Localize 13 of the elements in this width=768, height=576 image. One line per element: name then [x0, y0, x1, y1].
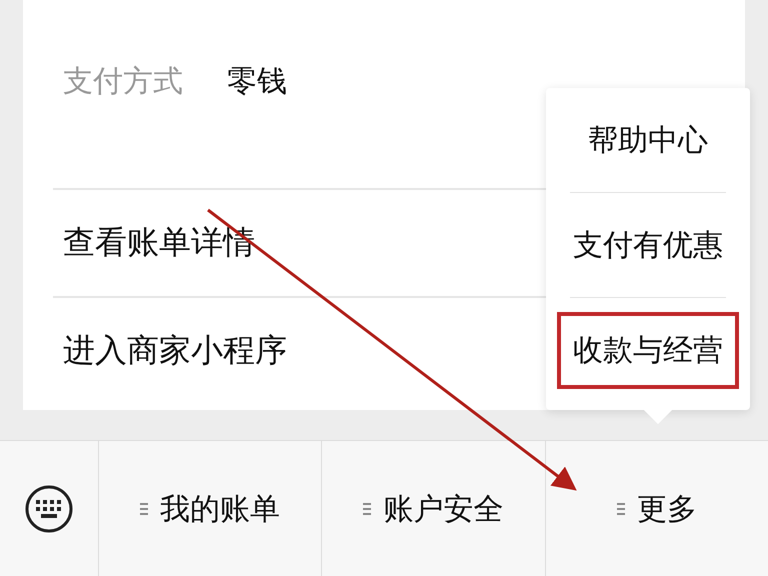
payment-value: 零钱 [227, 63, 287, 101]
menu-link[interactable]: 进入商家小程序 [63, 329, 287, 373]
bottom-tab[interactable]: 账户安全 [357, 482, 510, 536]
bottom-tab[interactable]: 更多 [610, 482, 703, 536]
keyboard-icon[interactable] [24, 484, 74, 534]
menu-icon [616, 502, 625, 516]
menu-icon [140, 502, 148, 516]
payment-label: 支付方式 [63, 63, 183, 101]
bottom-tab[interactable]: 我的账单 [134, 482, 286, 536]
popup-menu-item[interactable]: 帮助中心 [572, 102, 724, 178]
popup-menu-item[interactable]: 支付有优惠 [557, 206, 739, 284]
popup-menu-item[interactable]: 收款与经营 [557, 312, 739, 388]
menu-icon [363, 502, 372, 516]
